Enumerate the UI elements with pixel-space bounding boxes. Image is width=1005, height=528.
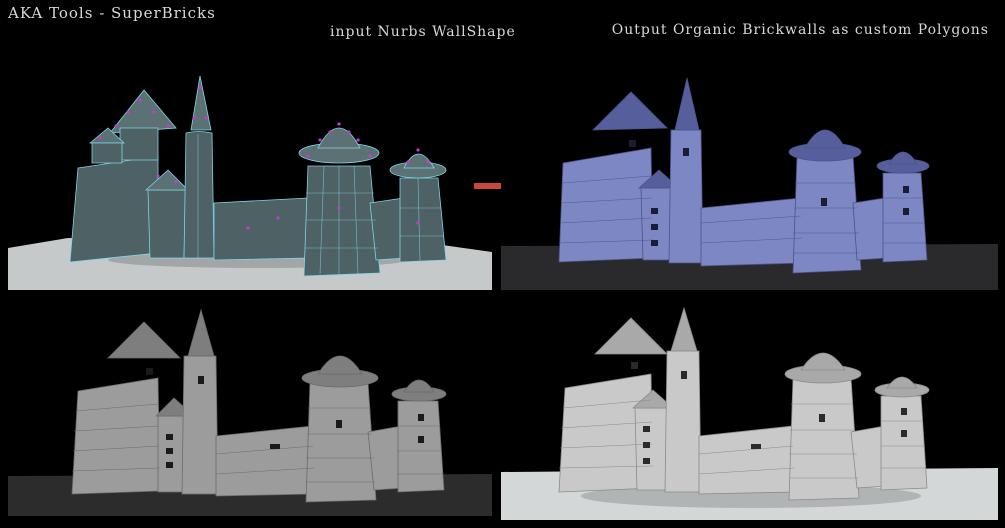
gray-brick-castle-image: [8, 296, 492, 516]
nurbs-castle-image: [8, 48, 492, 290]
light-brick-castle-image: [501, 296, 998, 520]
input-nurbs-render: [8, 48, 492, 290]
output-caption: Output Organic Brickwalls as custom Poly…: [611, 22, 989, 38]
brick-render-gray-dark: [8, 296, 492, 516]
blue-brick-castle-image: [501, 48, 998, 290]
input-caption: input Nurbs WallShape: [330, 24, 516, 40]
app-title: AKA Tools - SuperBricks: [8, 4, 216, 22]
output-brick-render-blue: [501, 48, 998, 290]
brick-render-light: [501, 296, 998, 520]
superbricks-showcase: AKA Tools - SuperBricks input Nurbs Wall…: [0, 0, 1005, 528]
